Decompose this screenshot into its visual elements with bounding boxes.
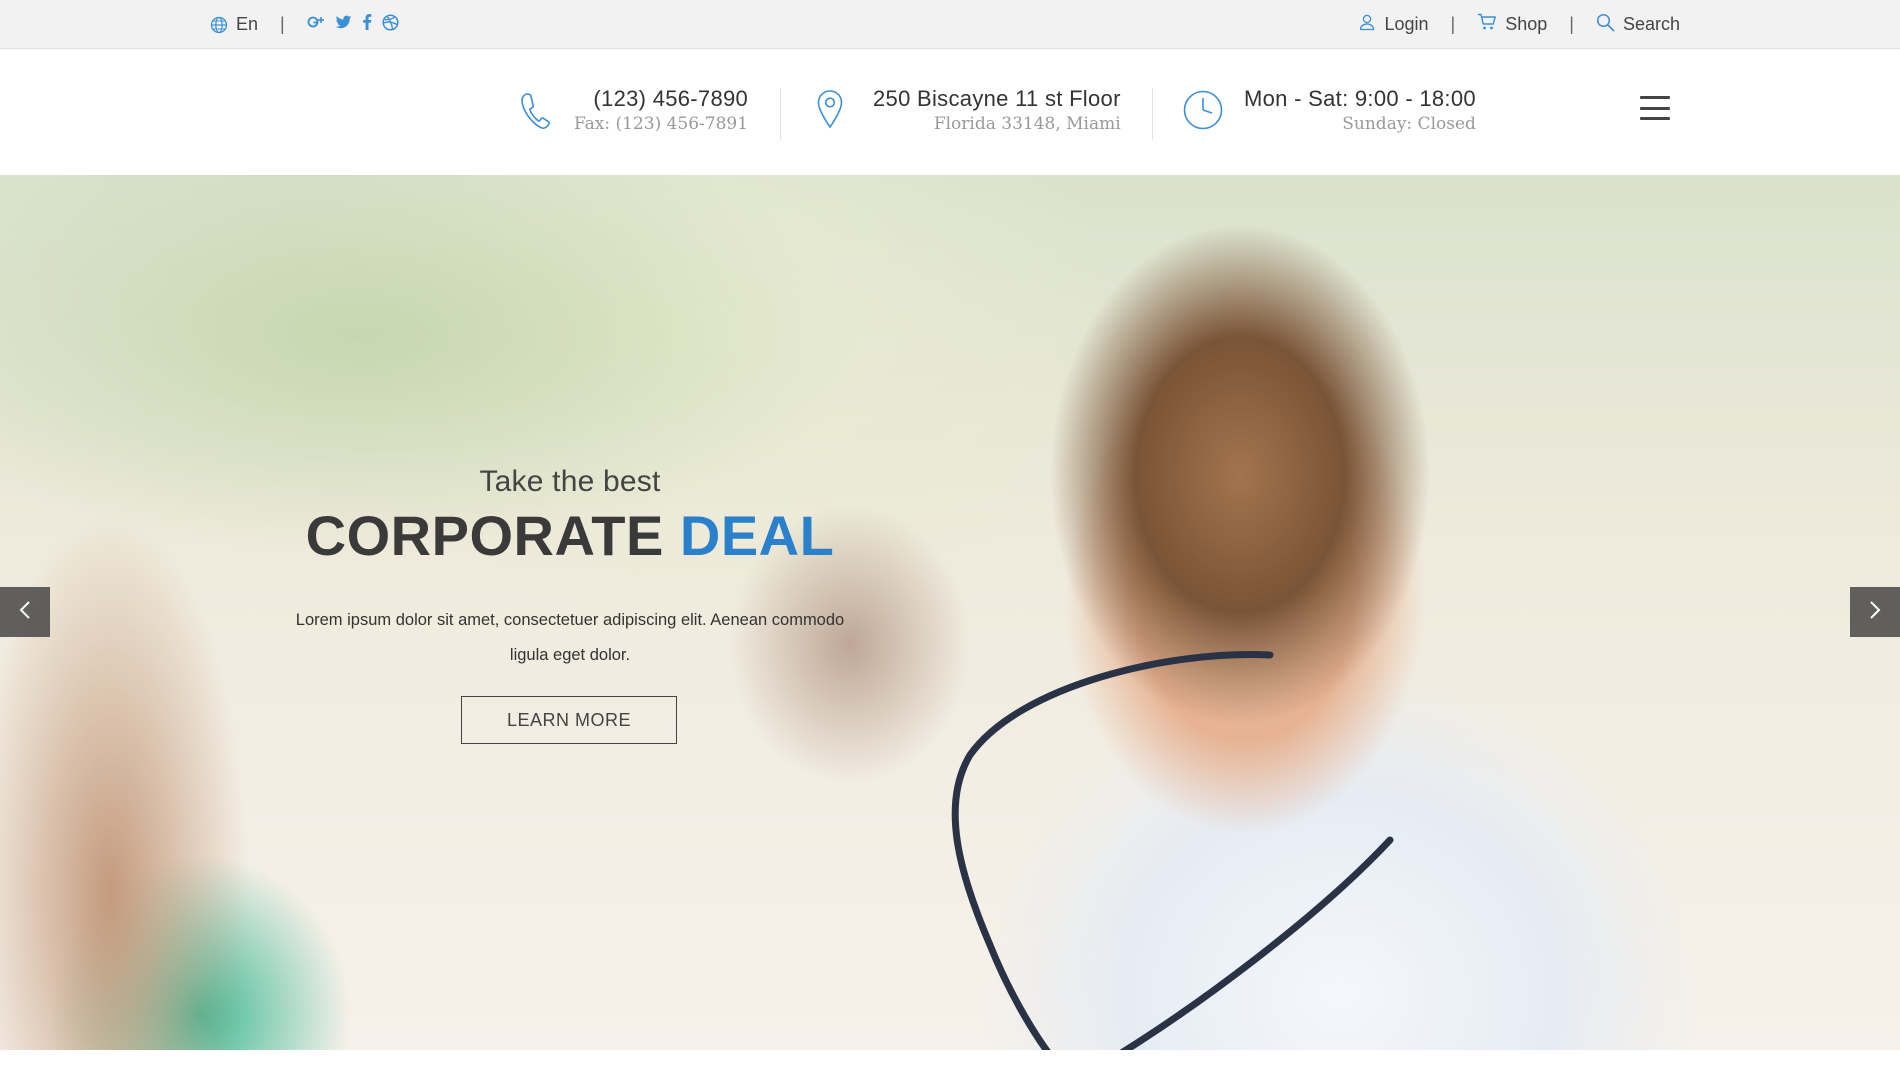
cart-icon [1477,13,1497,36]
header-divider [780,88,781,140]
user-icon [1358,13,1376,36]
header: (123) 456-7890 Fax: (123) 456-7891 250 B… [0,50,1900,175]
hero-title-main: CORPORATE [305,504,664,567]
search-label: Search [1622,14,1680,34]
page-bottom [0,1050,1900,1080]
twitter-icon[interactable] [335,14,352,35]
chevron-left-icon [18,600,32,625]
shop-link[interactable]: Shop [1477,13,1547,36]
login-label: Login [1384,14,1429,34]
language-label: En [236,14,259,34]
search-icon [1596,13,1615,37]
hero-slider: Take the best CORPORATE DEAL Lorem ipsum… [0,175,1900,1050]
phone-icon [518,91,554,136]
top-bar: En | Login | Shop | Search [0,0,1900,49]
hours-weekdays: Mon - Sat: 9:00 - 18:00 [1244,86,1476,111]
address-city: Florida 33148, Miami [933,114,1121,134]
globe-icon [210,16,228,34]
hamburger-menu-icon[interactable] [1640,96,1670,120]
login-link[interactable]: Login [1358,13,1429,36]
hero-title: CORPORATE DEAL [270,503,870,568]
phone-number[interactable]: (123) 456-7890 [574,85,748,113]
hours-text: Mon - Sat: 9:00 - 18:00 Sunday: Closed [1244,85,1476,135]
top-bar-left: En | [210,0,399,49]
slider-prev-button[interactable] [0,587,50,637]
hours-info: Mon - Sat: 9:00 - 18:00 Sunday: Closed [1182,85,1476,136]
google-plus-icon[interactable] [307,14,325,35]
address-line: 250 Biscayne 11 st Floor [873,86,1121,111]
shop-label: Shop [1505,14,1548,34]
phone-text: (123) 456-7890 Fax: (123) 456-7891 [574,85,748,135]
separator: | [280,14,285,34]
clock-icon [1182,89,1224,136]
slider-next-button[interactable] [1850,587,1900,637]
separator: | [1450,14,1456,34]
dribbble-icon[interactable] [382,13,399,36]
separator: | [1569,14,1574,34]
social-links [307,13,399,36]
language-selector[interactable]: En [210,14,258,35]
phone-info: (123) 456-7890 Fax: (123) 456-7891 [518,85,748,136]
hero-image [951,651,1394,1050]
hero-title-accent: DEAL [679,504,835,567]
hours-sunday: Sunday: Closed [1342,114,1476,134]
top-bar-right: Login | Shop | Search [1358,0,1680,49]
map-pin-icon [815,89,845,136]
hero-heading: Take the best CORPORATE DEAL [270,465,870,568]
header-divider [1152,88,1153,140]
learn-more-button[interactable]: LEARN MORE [461,696,677,744]
hero-description: Lorem ipsum dolor sit amet, consectetuer… [295,611,845,664]
address-text: 250 Biscayne 11 st Floor Florida 33148, … [873,85,1121,135]
fax-number: Fax: (123) 456-7891 [574,114,749,134]
hero-subtitle: Take the best [479,465,661,498]
search-link[interactable]: Search [1596,13,1680,37]
address-info: 250 Biscayne 11 st Floor Florida 33148, … [815,85,1121,136]
chevron-right-icon [1868,600,1882,625]
facebook-icon[interactable] [362,14,372,35]
